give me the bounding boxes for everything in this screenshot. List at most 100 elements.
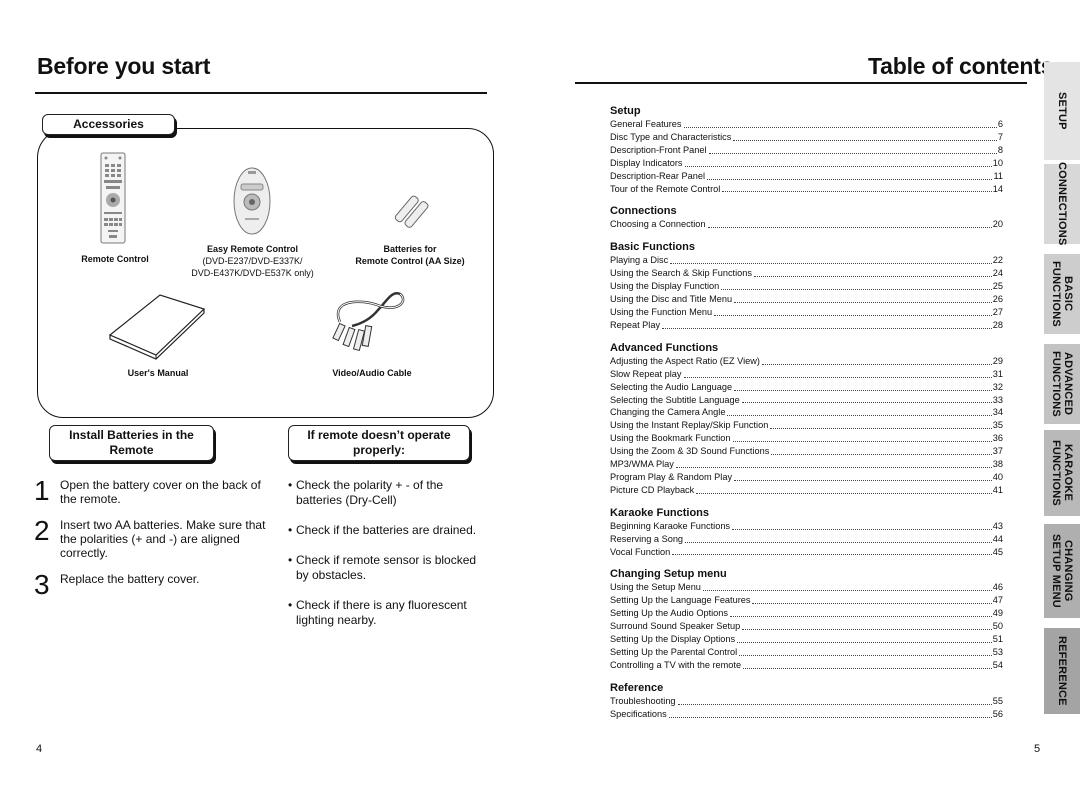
- toc-entry[interactable]: MP3/WMA Play 38: [610, 458, 1003, 471]
- toc-entry[interactable]: Setting Up the Audio Options 49: [610, 607, 1003, 620]
- toc-dot-leader: [729, 607, 992, 618]
- toc-dot-leader: [677, 695, 992, 705]
- toc-entry[interactable]: Disc Type and Characteristics 7: [610, 131, 1003, 144]
- toc-entry[interactable]: Repeat Play 28: [610, 319, 1003, 332]
- toc-dot-leader: [732, 520, 992, 530]
- toc-entry[interactable]: Adjusting the Aspect Ratio (EZ View) 29: [610, 355, 1003, 368]
- toc-entry[interactable]: Description-Rear Panel 11: [610, 170, 1003, 183]
- troubleshoot-item: • Check if there is any fluorescent light…: [288, 598, 486, 628]
- install-step-1: 1 Open the battery cover on the back of …: [34, 477, 280, 507]
- install-batteries-label-line2: Remote: [109, 443, 154, 457]
- table-of-contents: Setup General Features 6 Disc Type and Char…: [610, 100, 1003, 730]
- tab-label-line1: ADVANCED: [1062, 352, 1074, 416]
- toc-entry-title: Selecting the Audio Language: [610, 381, 733, 392]
- toc-entry[interactable]: Specifications 56: [610, 708, 1003, 721]
- toc-entry[interactable]: Using the Display Function 25: [610, 280, 1003, 293]
- toc-entry[interactable]: Tour of the Remote Control 14: [610, 183, 1003, 196]
- toc-entry-page: 38: [992, 459, 1003, 470]
- toc-entry-title: Disc Type and Characteristics: [610, 131, 732, 142]
- batteries-image: [392, 192, 432, 232]
- toc-entry[interactable]: Surround Sound Speaker Setup 50: [610, 620, 1003, 633]
- toc-entry[interactable]: Using the Search & Skip Functions 24: [610, 267, 1003, 280]
- users-manual-name: User's Manual: [127, 368, 189, 378]
- remote-control-image: [100, 152, 126, 244]
- toc-section-heading: Reference: [610, 681, 664, 694]
- toc-entry[interactable]: Using the Function Menu 27: [610, 306, 1003, 319]
- step-text: Replace the battery cover.: [60, 572, 200, 586]
- toc-entry-title: MP3/WMA Play: [610, 459, 674, 470]
- toc-entry[interactable]: Changing the Camera Angle 34: [610, 406, 1003, 419]
- toc-entry[interactable]: Controlling a TV with the remote 54: [610, 659, 1003, 672]
- toc-entry-title: Setting Up the Language Features: [610, 595, 751, 606]
- toc-entry-page: 43: [992, 520, 1003, 531]
- toc-entry[interactable]: Selecting the Subtitle Language 33: [610, 394, 1003, 407]
- toc-entry[interactable]: Selecting the Audio Language 32: [610, 381, 1003, 394]
- troubleshoot-text: Check if remote sensor is blocked by obs…: [296, 553, 477, 582]
- toc-entry[interactable]: Using the Zoom & 3D Sound Functions 37: [610, 445, 1003, 458]
- toc-entry-page: 54: [992, 659, 1003, 670]
- section-tab-reference[interactable]: REFERENCE: [1044, 628, 1080, 714]
- toc-dot-leader: [685, 533, 992, 543]
- toc-entry-page: 28: [992, 319, 1003, 330]
- toc-entry[interactable]: Using the Disc and Title Menu 26: [610, 293, 1003, 306]
- toc-entry[interactable]: Setting Up the Display Options 51: [610, 633, 1003, 646]
- toc-entry[interactable]: Description-Front Panel 8: [610, 144, 1003, 157]
- toc-dot-leader: [675, 458, 992, 468]
- toc-section: Karaoke Functions Beginning Karaoke Funct…: [610, 506, 1003, 559]
- toc-entry-page: 25: [992, 281, 1003, 292]
- toc-entry-title: Picture CD Playback: [610, 484, 695, 495]
- toc-entry[interactable]: Beginning Karaoke Functions 43: [610, 520, 1003, 533]
- tab-label-line1: CONNECTIONS: [1056, 162, 1068, 246]
- toc-section: Connections Choosing a Connection 20: [610, 204, 1003, 231]
- toc-dot-leader: [741, 394, 992, 404]
- toc-entry-page: 40: [992, 471, 1003, 482]
- section-tab-advanced[interactable]: ADVANCED FUNCTIONS: [1044, 344, 1080, 424]
- toc-entry[interactable]: Slow Repeat play 31: [610, 368, 1003, 381]
- toc-entry[interactable]: Using the Bookmark Function 36: [610, 432, 1003, 445]
- toc-section: Setup General Features 6 Disc Type and Char…: [610, 104, 1003, 195]
- toc-dot-leader: [670, 254, 992, 265]
- toc-entry[interactable]: Playing a Disc 22: [610, 254, 1003, 267]
- section-tab-karaoke[interactable]: KARAOKE FUNCTIONS: [1044, 430, 1080, 516]
- easy-remote-image: [232, 166, 272, 236]
- toc-entry-title: Playing a Disc: [610, 255, 669, 266]
- toc-entry[interactable]: Vocal Function 45: [610, 546, 1003, 559]
- toc-section-heading: Connections: [610, 205, 677, 218]
- step-number: 2: [34, 515, 50, 546]
- batteries-caption: Batteries for Remote Control (AA Size): [345, 243, 475, 267]
- toc-dot-leader: [733, 131, 997, 141]
- section-tab-connections[interactable]: CONNECTIONS: [1044, 162, 1080, 246]
- toc-entry[interactable]: Using the Instant Replay/Skip Function 35: [610, 419, 1003, 432]
- toc-entry-title: Choosing a Connection: [610, 219, 706, 230]
- section-tab-basic[interactable]: BASIC FUNCTIONS: [1044, 254, 1080, 334]
- section-tab-setup[interactable]: SETUP: [1044, 62, 1080, 160]
- users-manual-caption: User's Manual: [108, 367, 208, 379]
- toc-entry[interactable]: Picture CD Playback 41: [610, 484, 1003, 497]
- toc-dot-leader: [662, 319, 992, 329]
- toc-entry[interactable]: Reserving a Song 44: [610, 533, 1003, 546]
- toc-entry[interactable]: Using the Setup Menu 46: [610, 581, 1003, 594]
- easy-remote-models-2: DVD-E437K/DVD-E537K only): [191, 268, 314, 278]
- install-step-2: 2 Insert two AA batteries. Make sure tha…: [34, 515, 270, 561]
- toc-entry[interactable]: General Features 6: [610, 118, 1003, 131]
- toc-entry-title: Changing the Camera Angle: [610, 407, 726, 418]
- toc-section-heading: Karaoke Functions: [610, 506, 710, 519]
- toc-entry[interactable]: Troubleshooting 55: [610, 695, 1003, 708]
- toc-entry[interactable]: Choosing a Connection 20: [610, 218, 1003, 231]
- remote-control-name: Remote Control: [81, 254, 149, 264]
- bullet-dot: •: [288, 523, 293, 537]
- toc-entry[interactable]: Display Indicators 10: [610, 157, 1003, 170]
- toc-entry[interactable]: Setting Up the Parental Control 53: [610, 646, 1003, 659]
- section-tab-changing[interactable]: CHANGING SETUP MENU: [1044, 524, 1080, 618]
- toc-entry[interactable]: Setting Up the Language Features 47: [610, 594, 1003, 607]
- toc-entry-page: 35: [992, 420, 1003, 431]
- toc-entry-page: 56: [992, 708, 1003, 719]
- toc-dot-leader: [770, 419, 992, 430]
- toc-entry-title: Using the Instant Replay/Skip Function: [610, 420, 769, 431]
- remote-troubleshoot-label: If remote doesn’t operate properly:: [288, 425, 470, 461]
- toc-entry[interactable]: Program Play & Random Play 40: [610, 471, 1003, 484]
- toc-entry-title: Specifications: [610, 708, 667, 719]
- page-number-right: 5: [1034, 743, 1041, 755]
- toc-entry-title: Tour of the Remote Control: [610, 183, 721, 194]
- av-cable-image: [330, 290, 410, 365]
